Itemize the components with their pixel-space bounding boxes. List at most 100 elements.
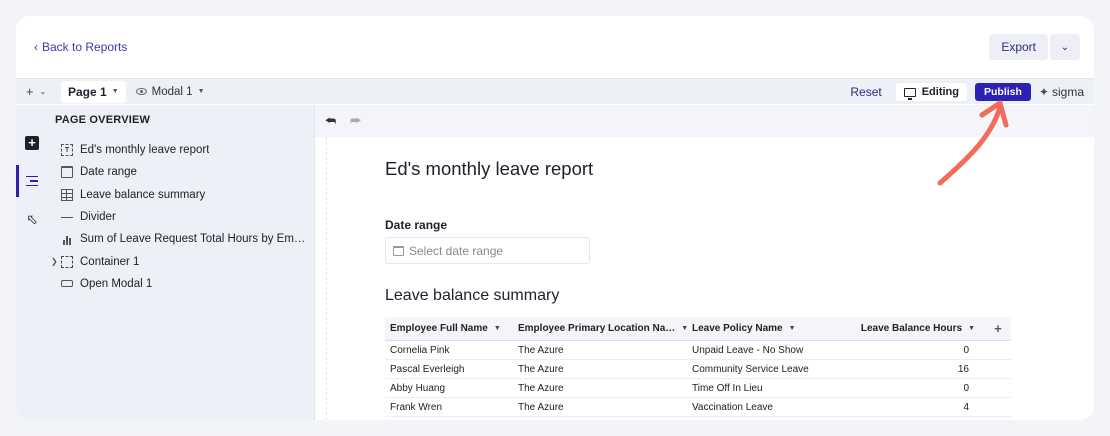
tree-item-chart[interactable]: Sum of Leave Request Total Hours by Em… <box>48 228 315 250</box>
table-cell: 4 <box>963 401 969 413</box>
table-cell: The Azure <box>518 382 564 394</box>
editor-toolbar: + ⌄ Page 1 ▼ Modal 1 ▼ Reset Editing Pub… <box>16 78 1094 104</box>
tree-item-label: Date range <box>80 166 137 179</box>
tab-page-1[interactable]: Page 1 ▼ <box>61 80 126 103</box>
panel-title: PAGE OVERVIEW <box>55 114 151 126</box>
sigma-logo: ✦ sigma <box>1039 85 1084 99</box>
tree-item-label: Sum of Leave Request Total Hours by Em… <box>80 233 306 246</box>
tab-modal-1[interactable]: Modal 1 ▼ <box>130 81 211 103</box>
tree-item-open-modal[interactable]: Open Modal 1 <box>48 273 315 295</box>
column-label: Employee Full Name <box>390 323 488 334</box>
element-tree: T Ed's monthly leave report Date range L… <box>48 139 315 295</box>
column-header[interactable]: Employee Primary Location Na… ▼ <box>513 323 687 334</box>
publish-button[interactable]: Publish <box>975 83 1031 101</box>
tree-item-label: Open Modal 1 <box>80 277 153 290</box>
chevron-right-icon[interactable]: ❯ <box>51 257 58 266</box>
leave-balance-table[interactable]: Employee Full Name ▼ Employee Primary Loc… <box>385 317 1011 417</box>
page-overview-panel: PAGE OVERVIEW T Ed's monthly leave repor… <box>48 105 315 420</box>
table-cell: Vaccination Leave <box>692 401 773 413</box>
tree-item-label: Ed's monthly leave report <box>80 144 210 157</box>
sigma-mark-icon: ✦ <box>1038 85 1049 99</box>
table-cell: Abby Huang <box>390 382 446 394</box>
table-cell: The Azure <box>518 401 564 413</box>
table-cell: The Azure <box>518 344 564 356</box>
tree-item-leave-balance-summary[interactable]: Leave balance summary <box>48 184 315 206</box>
tab-label: Page 1 <box>68 84 107 99</box>
column-label: Leave Policy Name <box>692 323 783 334</box>
editing-mode-toggle[interactable]: Editing <box>895 83 967 101</box>
tree-item-report-title[interactable]: T Ed's monthly leave report <box>48 139 315 161</box>
eye-icon <box>135 88 147 95</box>
table-row[interactable]: Cornelia Pink The Azure Unpaid Leave - N… <box>385 341 1011 360</box>
page-overview-button[interactable] <box>16 166 48 196</box>
table-title[interactable]: Leave balance summary <box>385 287 559 305</box>
column-label: Employee Primary Location Na… <box>518 323 676 334</box>
table-cell: 0 <box>963 382 969 394</box>
redo-icon[interactable]: ⮫ <box>350 114 361 129</box>
back-to-reports-link[interactable]: ‹ Back to Reports <box>34 40 127 54</box>
caret-down-icon: ▼ <box>111 88 119 95</box>
tree-item-label: Divider <box>80 211 116 224</box>
column-header[interactable]: Leave Balance Hours ▼ <box>859 323 985 334</box>
column-label: Leave Balance Hours <box>860 323 963 334</box>
table-cell: The Azure <box>518 363 564 375</box>
text-element-icon: T <box>61 144 73 157</box>
caret-down-icon: ▼ <box>968 325 975 332</box>
calendar-icon <box>393 245 404 256</box>
canvas-toolbar: ⮪ ⮫ <box>315 105 1094 137</box>
tree-item-divider[interactable]: Divider <box>48 206 315 228</box>
add-column-button[interactable]: + <box>985 321 1011 336</box>
undo-icon[interactable]: ⮪ <box>325 114 336 129</box>
back-label: Back to Reports <box>42 40 128 54</box>
top-bar: ‹ Back to Reports Export ⌄ <box>16 16 1094 78</box>
plus-icon: + <box>25 84 34 99</box>
table-cell: Community Service Leave <box>692 363 809 375</box>
toolbar-actions: Reset Editing Publish ✦ sigma <box>850 81 1084 103</box>
table-cell: Time Off In Lieu <box>692 382 763 394</box>
date-range-placeholder: Select date range <box>409 243 504 258</box>
date-range-label: Date range <box>385 218 448 232</box>
reset-button[interactable]: Reset <box>850 85 881 99</box>
chevron-left-icon: ‹ <box>34 40 38 54</box>
export-group: Export ⌄ <box>989 34 1080 60</box>
add-page-button[interactable]: + ⌄ <box>16 84 56 99</box>
caret-down-icon: ▼ <box>788 325 796 332</box>
column-header[interactable]: Leave Policy Name ▼ <box>687 323 859 334</box>
tab-label: Modal 1 <box>151 85 193 98</box>
table-header: Employee Full Name ▼ Employee Primary Loc… <box>385 317 1011 341</box>
tree-item-label: Leave balance summary <box>80 188 206 201</box>
plus-square-icon: + <box>25 136 39 150</box>
tree-item-date-range[interactable]: Date range <box>48 161 315 183</box>
add-element-button[interactable]: + <box>16 128 48 158</box>
table-row[interactable]: Abby Huang The Azure Time Off In Lieu 0 <box>385 379 1011 398</box>
table-cell: Frank Wren <box>390 401 443 413</box>
table-row[interactable]: Pascal Everleigh The Azure Community Ser… <box>385 360 1011 379</box>
button-element-icon <box>61 280 73 288</box>
caret-down-icon: ▼ <box>197 88 205 95</box>
report-title[interactable]: Ed's monthly leave report <box>385 158 593 180</box>
calendar-icon <box>61 166 73 179</box>
date-range-input[interactable]: Select date range <box>385 237 590 264</box>
export-button[interactable]: Export <box>989 34 1048 60</box>
table-icon <box>61 188 73 201</box>
caret-down-icon: ▼ <box>493 325 501 332</box>
container-icon <box>61 255 73 268</box>
export-menu-button[interactable]: ⌄ <box>1050 34 1080 60</box>
tree-item-label: Container 1 <box>80 255 140 268</box>
select-element-button[interactable]: ⬁ <box>16 204 48 234</box>
left-rail: + ⬁ <box>16 105 48 420</box>
editing-label: Editing <box>921 86 959 98</box>
tree-item-container[interactable]: ❯ Container 1 <box>48 250 315 272</box>
divider-icon <box>61 216 73 218</box>
chevron-down-icon: ⌄ <box>1060 41 1070 53</box>
column-header[interactable]: Employee Full Name ▼ <box>385 323 513 334</box>
chevron-down-icon: ⌄ <box>39 87 47 96</box>
table-cell: 0 <box>963 344 969 356</box>
brand-label: sigma <box>1051 85 1084 99</box>
report-canvas: Ed's monthly leave report Date range Sel… <box>315 137 1094 420</box>
table-row[interactable]: Frank Wren The Azure Vaccination Leave 4 <box>385 398 1011 417</box>
cursor-click-icon: ⬁ <box>26 210 38 227</box>
table-cell: Cornelia Pink <box>390 344 450 356</box>
bar-chart-icon <box>61 233 73 246</box>
table-cell: Unpaid Leave - No Show <box>692 344 804 356</box>
